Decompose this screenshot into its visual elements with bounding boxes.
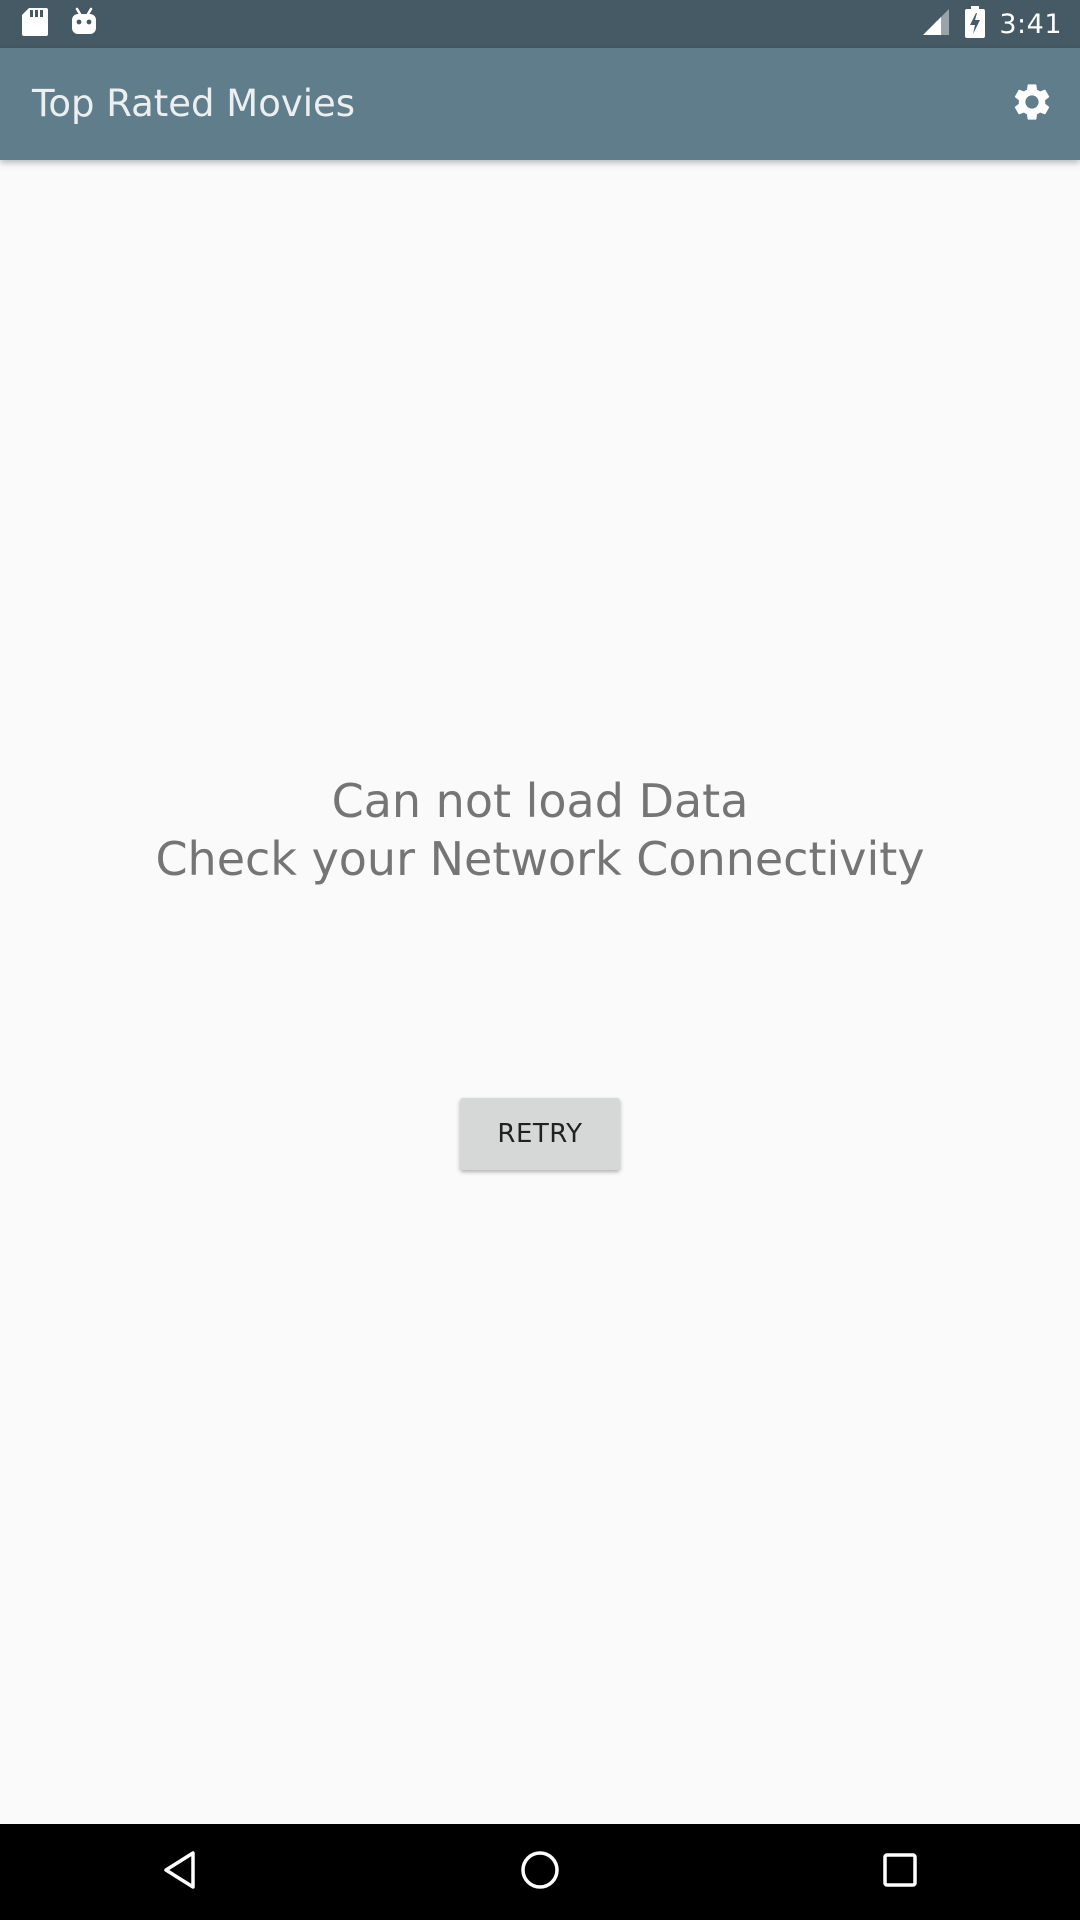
recents-icon <box>881 1851 919 1893</box>
back-button[interactable] <box>120 1824 240 1920</box>
settings-button[interactable] <box>1000 72 1064 136</box>
main-content <box>0 160 1080 1824</box>
home-button[interactable] <box>480 1824 600 1920</box>
error-message-line-2: Check your Network Connectivity <box>155 832 925 886</box>
status-right-icons: 3:41 <box>921 0 1062 48</box>
app-bar: Top Rated Movies <box>0 48 1080 160</box>
gear-icon <box>1010 80 1054 128</box>
page-title: Top Rated Movies <box>32 82 356 125</box>
signal-icon <box>921 7 951 41</box>
android-debug-icon <box>70 7 98 41</box>
home-icon <box>519 1849 561 1895</box>
battery-charging-icon <box>965 6 986 42</box>
back-icon <box>160 1849 200 1895</box>
retry-button[interactable]: RETRY <box>460 1098 620 1170</box>
status-time: 3:41 <box>999 8 1062 40</box>
recents-button[interactable] <box>840 1824 960 1920</box>
status-bar: 3:41 <box>0 0 1080 48</box>
status-left-icons <box>22 0 98 48</box>
app-screen: 3:41 Top Rated Movies Can not load Data … <box>0 0 1080 1920</box>
sd-card-icon <box>22 7 48 41</box>
navigation-bar <box>0 1824 1080 1920</box>
error-message-line-1: Can not load Data <box>331 774 749 828</box>
error-message: Can not load Data Check your Network Con… <box>0 772 1080 888</box>
